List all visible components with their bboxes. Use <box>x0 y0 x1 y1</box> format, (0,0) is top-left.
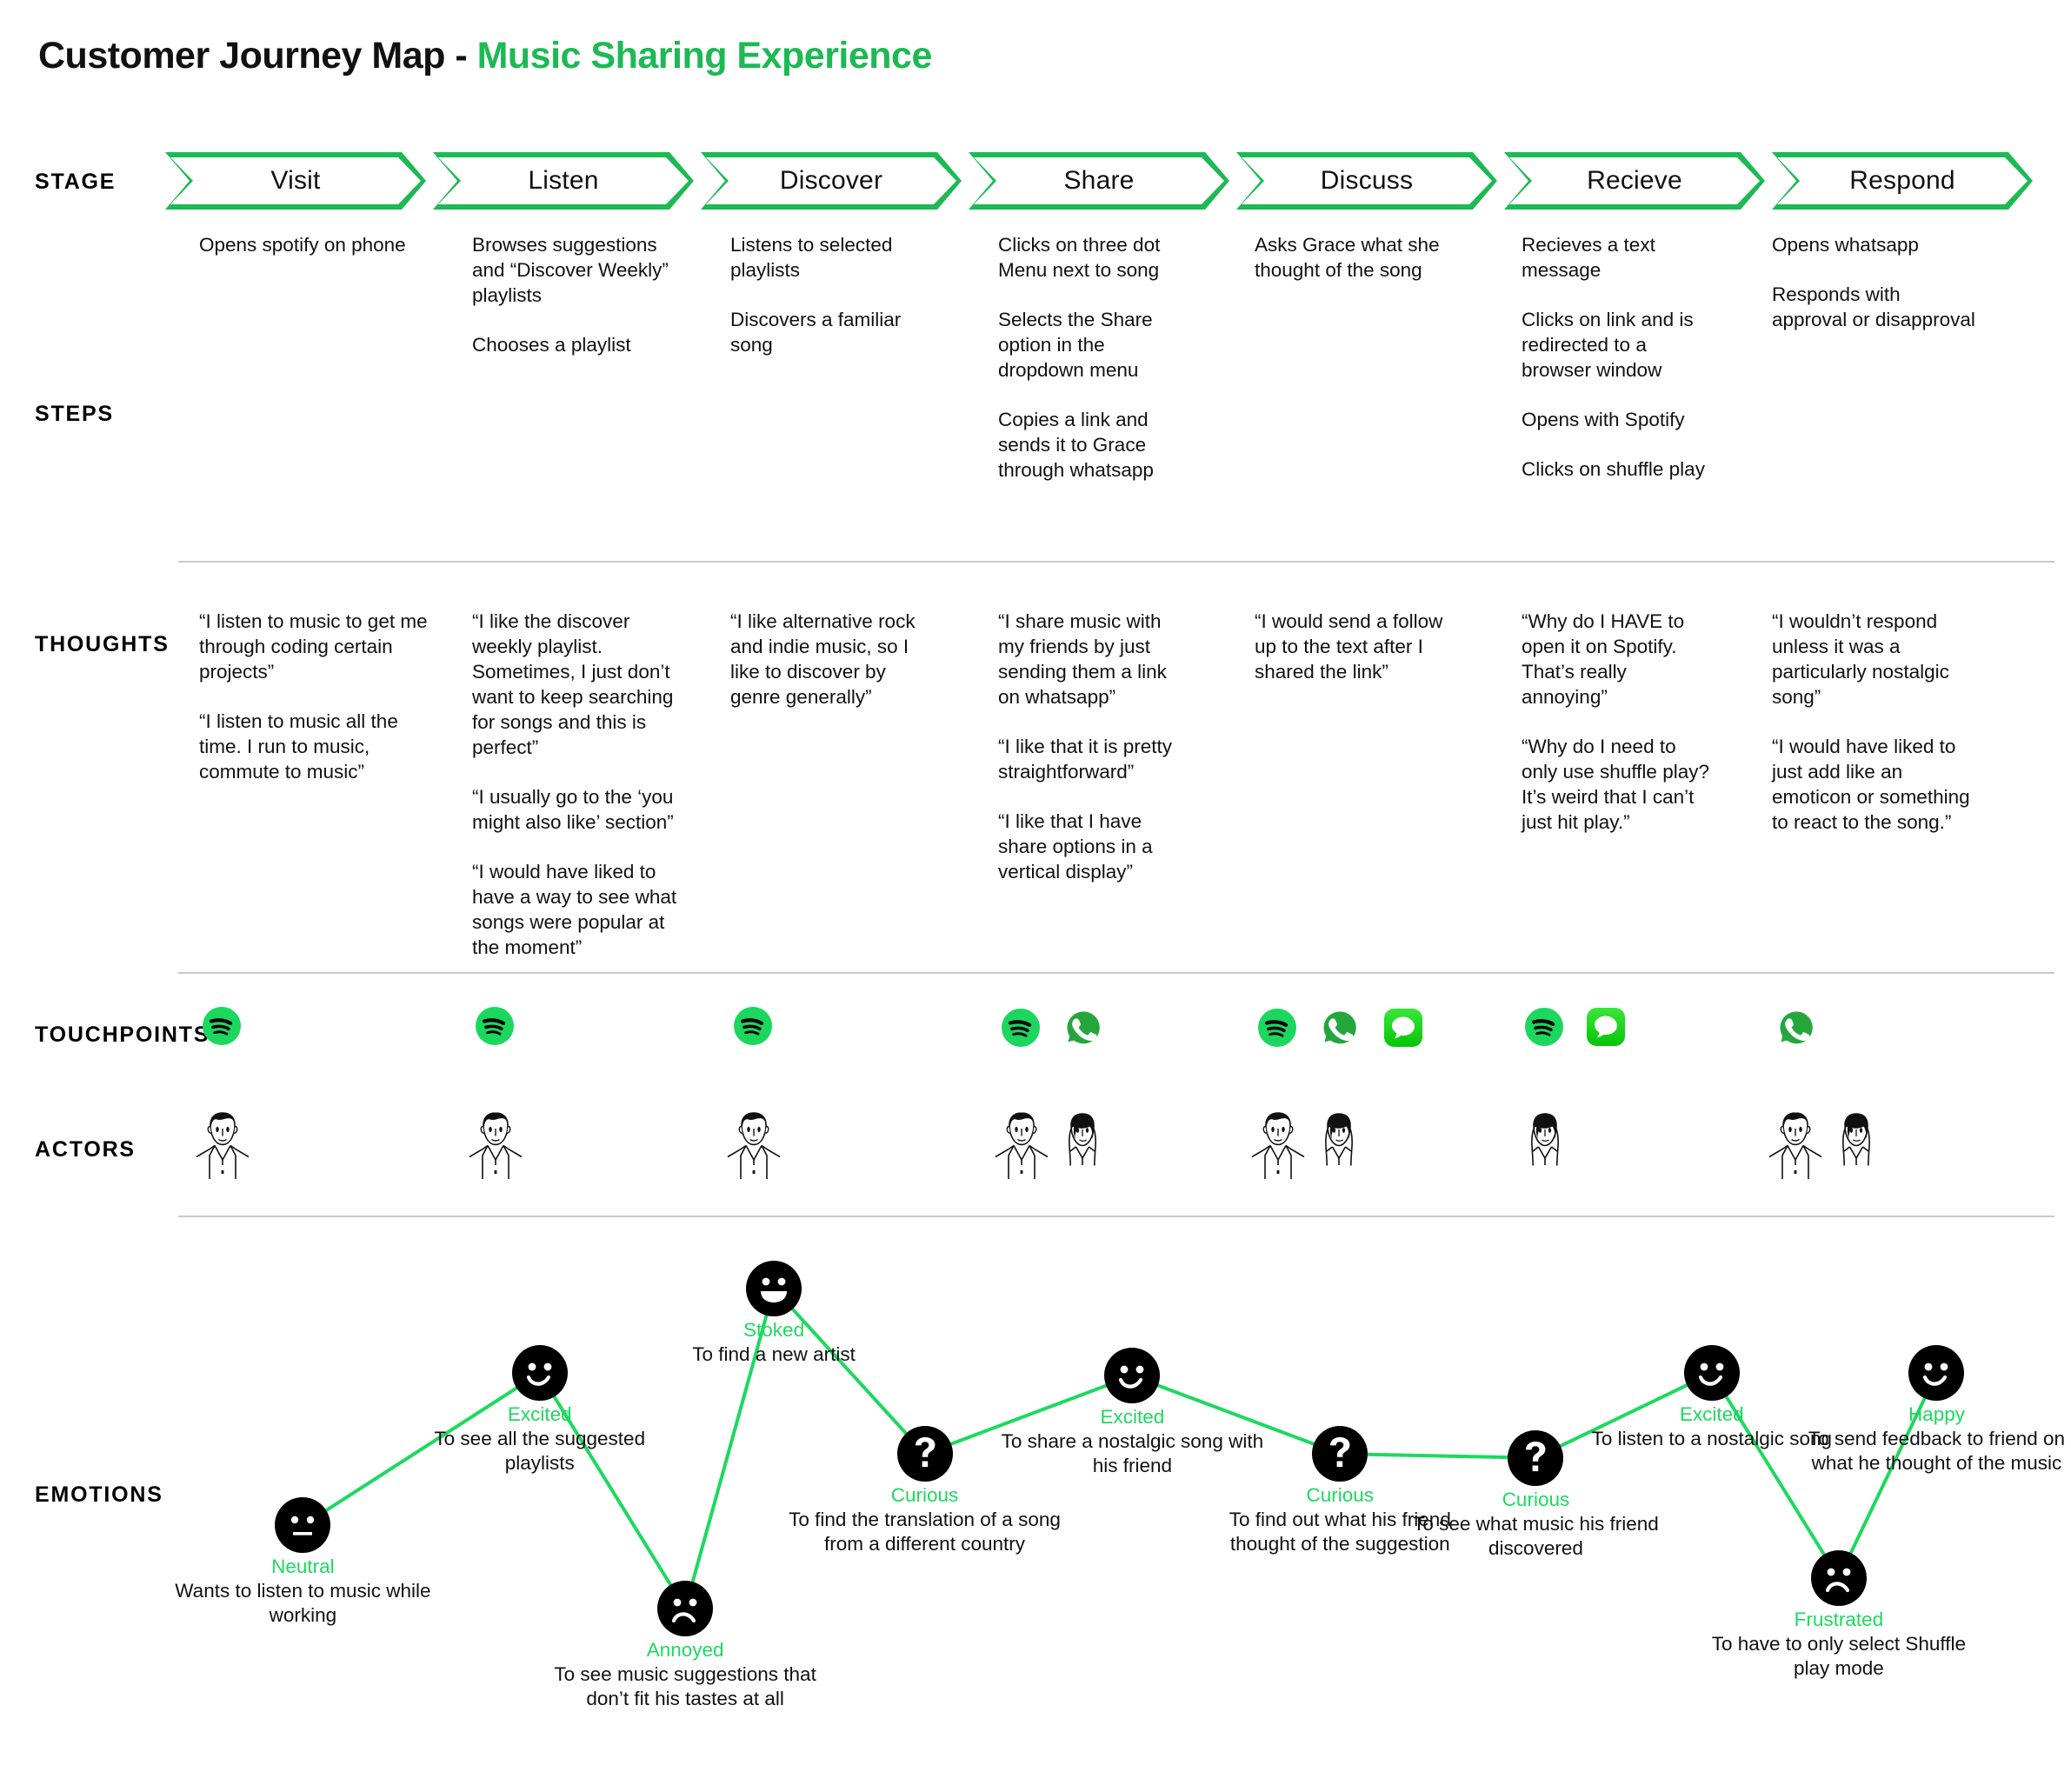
emotion-connector <box>1340 1452 1536 1460</box>
emotion-connector <box>1535 1371 1713 1460</box>
emotion-connector <box>923 1374 1134 1456</box>
emotion-connector <box>1837 1372 1939 1580</box>
emotion-connector <box>1710 1372 1841 1580</box>
emotion-connector-lines <box>302 1287 1939 1610</box>
emotion-connector <box>772 1287 927 1456</box>
emotion-connector <box>683 1288 776 1609</box>
emotion-connector <box>302 1371 541 1527</box>
emotion-connector <box>538 1372 687 1610</box>
emotion-connector <box>1131 1374 1341 1456</box>
